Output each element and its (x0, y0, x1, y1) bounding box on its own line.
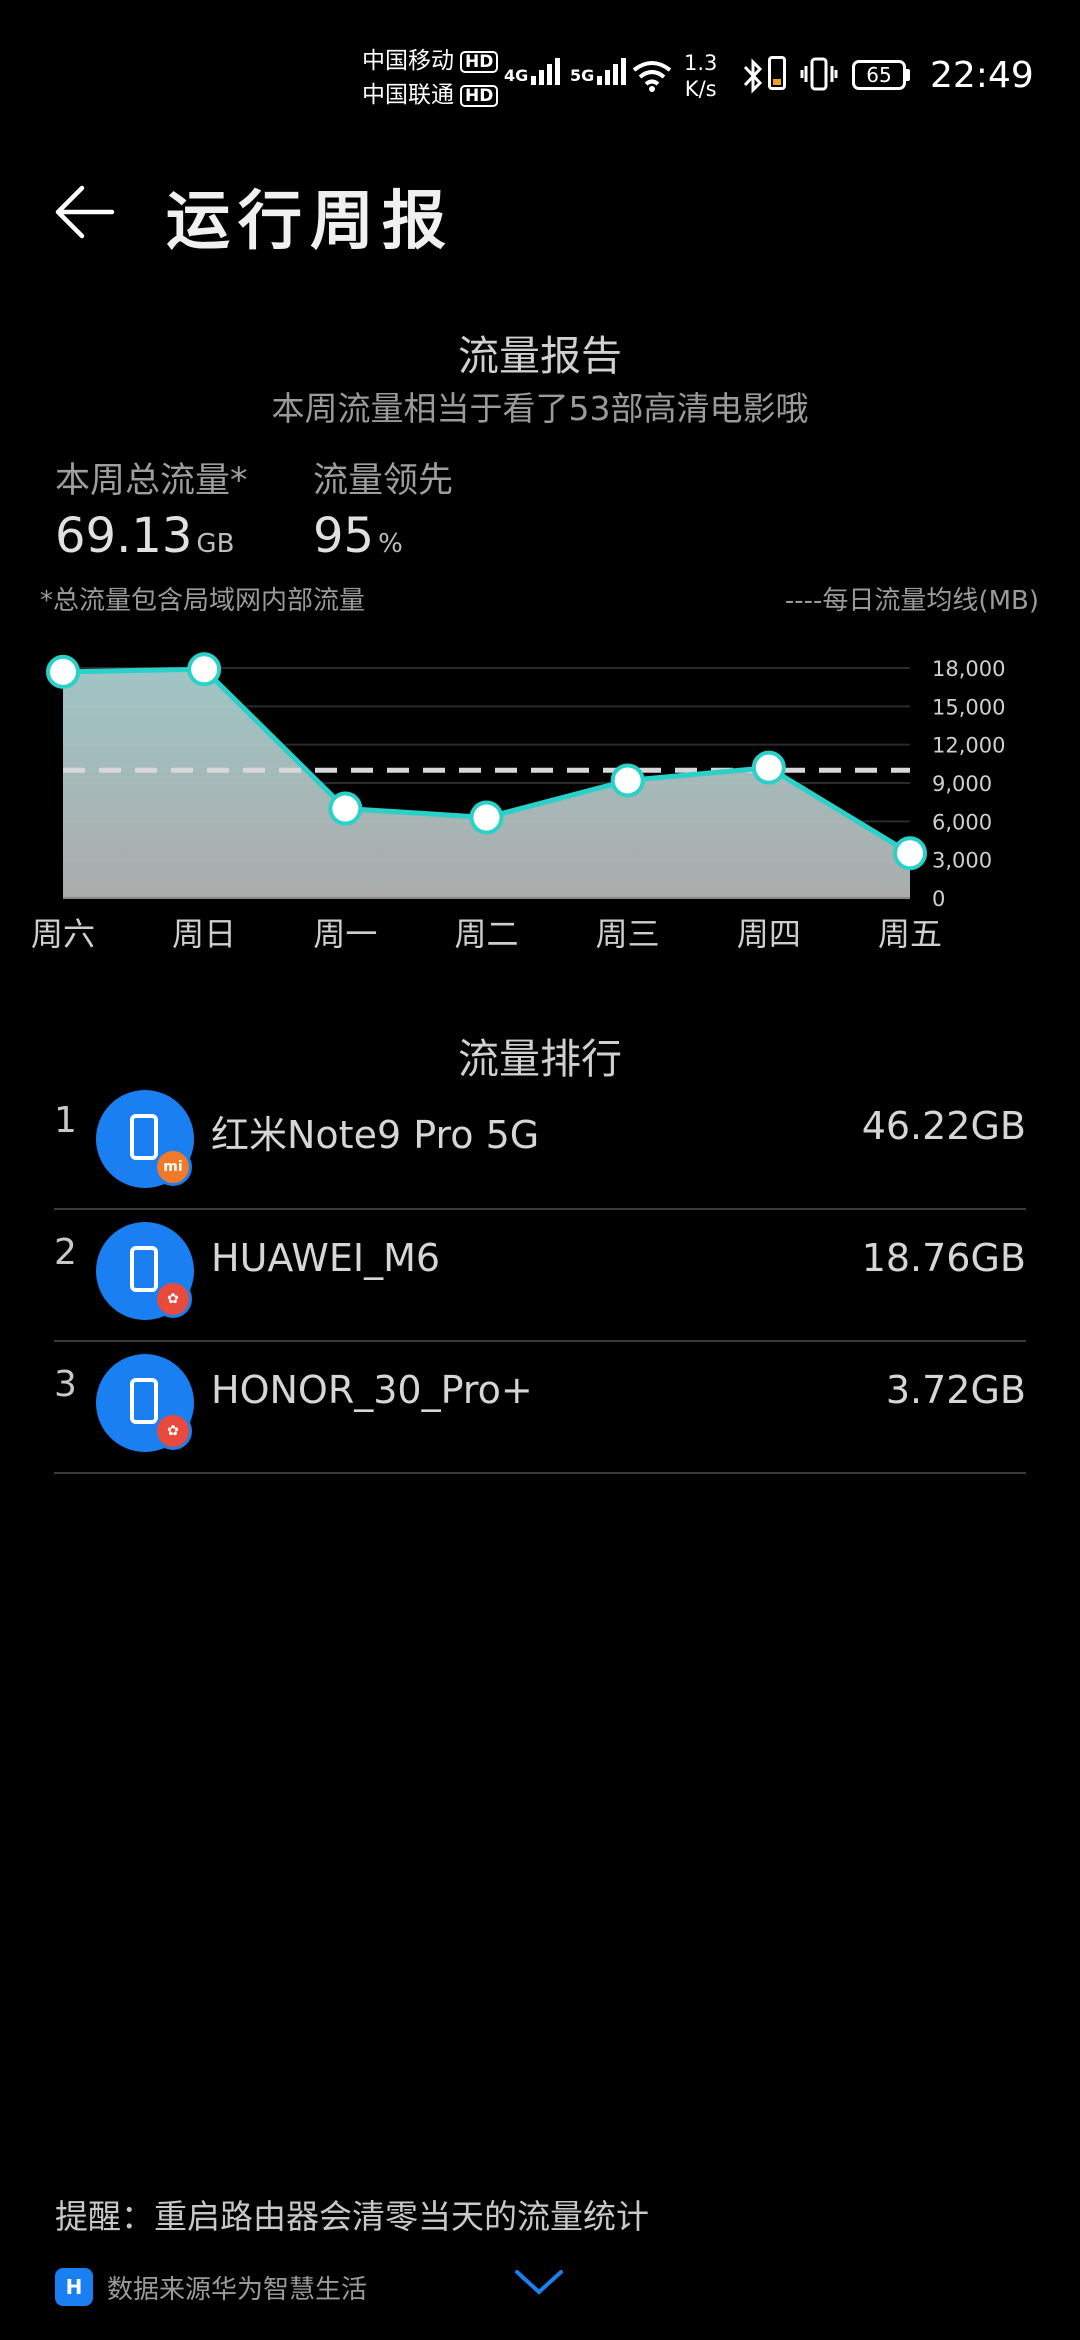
network-speed: 1.3 K/s (684, 50, 717, 102)
rank-number: 3 (54, 1364, 77, 1405)
wifi-icon (632, 61, 672, 92)
device-phone-icon: mi (96, 1090, 194, 1188)
device-phone-icon: ✿ (96, 1222, 194, 1320)
x-tick-label: 周二 (454, 915, 518, 953)
device-phone-icon: ✿ (96, 1354, 194, 1452)
network-type-5g: 5G (570, 66, 595, 85)
page-title: 运行周报 (166, 184, 454, 259)
speed-value: 1.3 (684, 51, 718, 75)
rank-number: 2 (54, 1232, 77, 1273)
data-point (328, 791, 363, 826)
total-traffic-unit: GB (196, 529, 235, 559)
battery-level: 65 (852, 60, 906, 90)
data-point (469, 800, 504, 835)
x-tick-label: 周日 (172, 915, 236, 953)
y-tick-label: 15,000 (932, 695, 1005, 719)
xiaomi-badge-icon: mi (154, 1148, 192, 1186)
battery-icon: 65 (852, 60, 910, 90)
report-subtitle: 本周流量相当于看了53部高清电影哦 (271, 389, 809, 428)
ranking-row-3[interactable]: 3 ✿ HONOR_30_Pro+ 3.72GB (54, 1340, 1026, 1474)
device-traffic: 46.22GB (861, 1104, 1026, 1148)
x-tick-label: 周三 (596, 915, 660, 953)
data-point (187, 652, 222, 687)
x-tick-label: 周五 (878, 915, 942, 953)
total-traffic-value: 69.13 GB (55, 508, 234, 564)
carrier-info: 中国移动 HD 中国联通 HD (362, 44, 499, 112)
footer-tip: 提醒：重启路由器会清零当天的流量统计 (55, 2197, 649, 2236)
device-name: 红米Note9 Pro 5G (211, 1113, 540, 1157)
lead-number: 95 (313, 508, 375, 564)
signal-4g-icon: 4G (504, 58, 561, 85)
data-point (751, 750, 786, 785)
bluetooth-icon (743, 58, 763, 94)
device-name: HONOR_30_Pro+ (211, 1368, 533, 1412)
clock: 22:49 (930, 55, 1034, 96)
network-type-4g: 4G (504, 66, 529, 85)
y-tick-label: 6,000 (932, 810, 992, 834)
data-point (893, 836, 927, 871)
carrier-2: 中国联通 (362, 82, 454, 108)
status-bar: 中国移动 HD 中国联通 HD 4G 5G 1.3 K/s 65 22:49 (0, 40, 1080, 120)
data-source: H 数据来源华为智慧生活 (55, 2268, 367, 2306)
hd-icon: HD (460, 50, 499, 73)
ranking-row-2[interactable]: 2 ✿ HUAWEI_M6 18.76GB (54, 1208, 1026, 1342)
back-arrow-icon[interactable] (52, 180, 116, 244)
lead-value: 95% (313, 508, 403, 564)
report-title: 流量报告 (458, 332, 622, 380)
lead-label: 流量领先 (313, 461, 454, 501)
footnote: *总流量包含局域网内部流量 (40, 586, 366, 616)
traffic-chart: 18,000 15,000 12,000 9,000 6,000 3,000 0 周六 周日 周一… (31, 652, 1005, 953)
data-point (610, 763, 645, 798)
device-traffic: 18.76GB (861, 1236, 1026, 1280)
rank-number: 1 (54, 1100, 77, 1141)
huawei-badge-icon: ✿ (154, 1280, 192, 1318)
y-tick-label: 18,000 (932, 657, 1005, 681)
lead-unit: % (378, 529, 403, 559)
total-traffic-number: 69.13 (55, 508, 193, 564)
data-point (46, 654, 80, 689)
speed-unit: K/s (684, 77, 717, 101)
carrier-1: 中国移动 (362, 48, 454, 74)
alarm-battery-icon (768, 56, 786, 90)
device-traffic: 3.72GB (885, 1368, 1026, 1412)
ranking-row-1[interactable]: 1 mi 红米Note9 Pro 5G 46.22GB (54, 1076, 1026, 1210)
signal-5g-icon: 5G (570, 58, 627, 85)
y-tick-label: 9,000 (932, 772, 992, 796)
hd-icon-2: HD (460, 84, 499, 107)
huawei-badge-icon: ✿ (154, 1412, 192, 1450)
huawei-ai-life-icon: H (55, 2268, 93, 2306)
x-tick-label: 周四 (737, 915, 801, 953)
y-tick-label: 0 (932, 887, 945, 911)
chart-legend-average: ----每日流量均线(MB) (784, 586, 1039, 616)
y-tick-label: 12,000 (932, 734, 1005, 758)
device-name: HUAWEI_M6 (211, 1236, 441, 1280)
y-tick-label: 3,000 (932, 849, 992, 873)
chevron-down-icon[interactable] (514, 2268, 564, 2296)
total-traffic-label: 本周总流量* (55, 461, 248, 501)
x-tick-label: 周一 (313, 915, 377, 953)
x-tick-label: 周六 (31, 915, 95, 953)
vibrate-icon (800, 57, 838, 91)
data-source-text: 数据来源华为智慧生活 (107, 2274, 368, 2305)
